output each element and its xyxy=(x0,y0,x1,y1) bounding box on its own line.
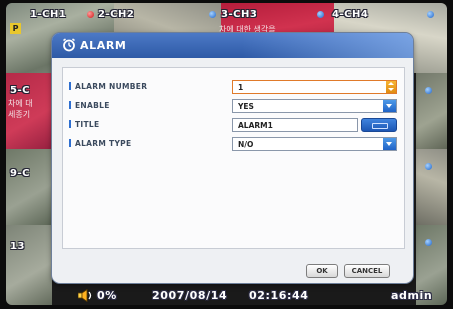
channel-label-ch1: 1-CH1 xyxy=(30,9,67,20)
channel-label-ch4: 4-CH4 xyxy=(332,9,369,20)
status-dot-ch12 xyxy=(425,163,432,170)
alarm-number-value: 1 xyxy=(238,83,244,92)
alarm-type-label-text: ALARM TYPE xyxy=(75,139,132,148)
channel-label-ch9: 9-C xyxy=(10,168,30,179)
settings-panel: ALARM NUMBER 1 ENABLE YES TITLE ALARM1 A… xyxy=(62,67,405,249)
alarm-number-label-text: ALARM NUMBER xyxy=(75,82,148,91)
dvr-screen: 1-CH1 P 2-CH2 3-CH3 차에 대한 생각을 4-CH4 5-C … xyxy=(0,0,453,309)
status-date: 2007/08/14 xyxy=(152,289,228,302)
channel-subtitle-ch5-line2: 세종기 xyxy=(8,110,31,119)
enable-label: ENABLE xyxy=(69,101,110,110)
title-label: TITLE xyxy=(69,120,99,129)
channel-label-ch13: 13 xyxy=(10,241,25,252)
label-marker xyxy=(69,101,71,109)
alarm-type-row: ALARM TYPE N/O xyxy=(63,137,404,152)
alarm-number-label: ALARM NUMBER xyxy=(69,82,147,91)
channel-label-ch5: 5-C xyxy=(10,85,30,96)
chevron-down-icon[interactable] xyxy=(383,138,396,150)
title-row: TITLE ALARM1 xyxy=(63,118,404,133)
status-dot-ch1 xyxy=(87,11,94,18)
enable-select[interactable]: YES xyxy=(232,99,397,113)
enable-label-text: ENABLE xyxy=(75,101,110,110)
alarm-clock-icon xyxy=(63,38,75,52)
camera-tile-ch13[interactable] xyxy=(6,225,52,305)
cancel-button[interactable]: CANCEL xyxy=(344,264,390,278)
alarm-number-row: ALARM NUMBER 1 xyxy=(63,80,404,95)
spinner-up-icon[interactable] xyxy=(388,82,394,85)
title-label-text: TITLE xyxy=(75,120,100,129)
keyboard-icon[interactable] xyxy=(361,118,397,132)
title-input[interactable]: ALARM1 xyxy=(232,118,358,132)
alarm-type-select[interactable]: N/O xyxy=(232,137,397,151)
status-dot-ch8 xyxy=(425,87,432,94)
alarm-type-value: N/O xyxy=(238,140,254,149)
status-dot-ch4 xyxy=(427,11,434,18)
label-marker xyxy=(69,82,71,90)
dialog-title: ALARM xyxy=(80,39,127,52)
status-dot-ch16 xyxy=(425,239,432,246)
alarm-number-spinner[interactable]: 1 xyxy=(232,80,397,94)
status-user: admin xyxy=(391,289,433,302)
camera-tile-ch9[interactable] xyxy=(6,149,52,225)
dialog-titlebar: ALARM xyxy=(52,33,413,58)
channel-subtitle-ch5-line1: 차에 대 xyxy=(8,99,33,108)
title-value: ALARM1 xyxy=(238,121,273,130)
label-marker xyxy=(69,139,71,147)
enable-value: YES xyxy=(238,102,254,111)
alarm-type-label: ALARM TYPE xyxy=(69,139,131,148)
ok-button[interactable]: OK xyxy=(306,264,338,278)
status-time: 02:16:44 xyxy=(249,289,309,302)
spinner-down-icon[interactable] xyxy=(388,88,394,91)
label-marker xyxy=(69,120,71,128)
status-dot-ch3 xyxy=(317,11,324,18)
spinner-arrows-icon[interactable] xyxy=(386,81,396,93)
alarm-dialog: ALARM ALARM NUMBER 1 ENABLE YES TITLE AL… xyxy=(52,33,413,283)
record-marker: P xyxy=(10,23,21,34)
status-dot-ch2 xyxy=(209,11,216,18)
volume-level: 0% xyxy=(97,289,117,302)
volume-icon[interactable] xyxy=(78,289,94,302)
camera-tile-ch8[interactable] xyxy=(416,73,447,149)
chevron-down-icon[interactable] xyxy=(383,100,396,112)
channel-label-ch3: 3-CH3 xyxy=(221,9,258,20)
channel-label-ch2: 2-CH2 xyxy=(98,9,135,20)
enable-row: ENABLE YES xyxy=(63,99,404,114)
camera-tile-ch12[interactable] xyxy=(416,149,447,225)
